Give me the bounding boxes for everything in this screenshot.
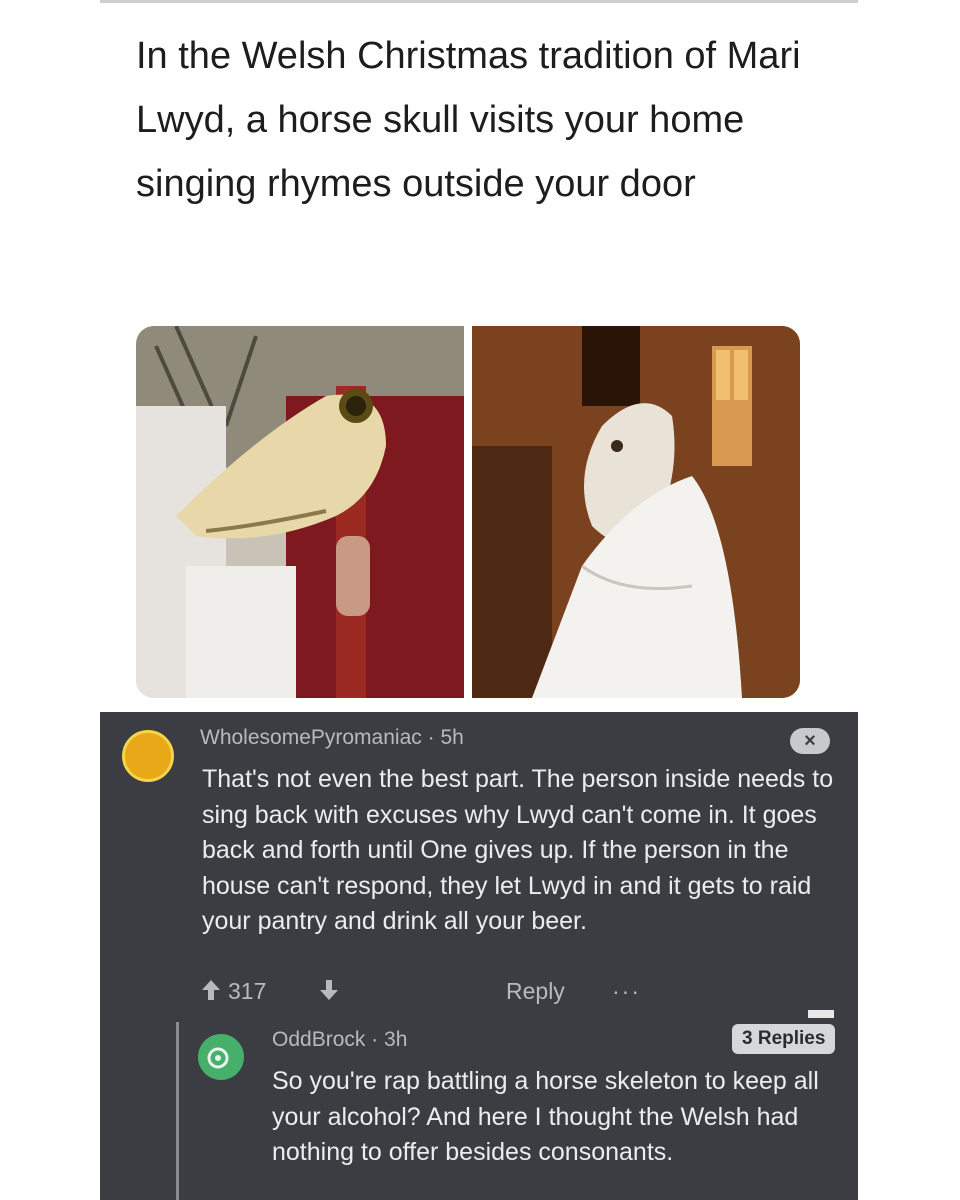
collapse-handle[interactable] xyxy=(808,1010,834,1018)
avatar-oddbrock[interactable] xyxy=(198,1034,244,1080)
reply-age: 3h xyxy=(384,1028,408,1051)
comment-thread: WholesomePyromaniac · 5h × That's not ev… xyxy=(100,712,858,1200)
reply-meta: OddBrock · 3h xyxy=(272,1028,407,1052)
post-text: In the Welsh Christmas tradition of Mari… xyxy=(136,35,801,205)
top-divider xyxy=(100,0,858,3)
avatar-wholesomepyromaniac[interactable] xyxy=(122,730,174,782)
meta-separator: · xyxy=(427,726,441,749)
comment-meta: WholesomePyromaniac · 5h xyxy=(200,726,464,750)
arrow-down-icon[interactable] xyxy=(318,978,340,1008)
comment-body: That's not even the best part. The perso… xyxy=(202,765,834,935)
mari-lwyd-photo-right xyxy=(472,326,800,698)
photo-collage[interactable] xyxy=(136,326,800,698)
replies-badge[interactable]: 3 Replies xyxy=(732,1024,836,1054)
mari-lwyd-photo-left xyxy=(136,326,464,698)
comment-author[interactable]: WholesomePyromaniac xyxy=(200,726,422,749)
more-options-icon[interactable]: ··· xyxy=(612,978,641,1005)
reply-button[interactable]: Reply xyxy=(506,978,565,1005)
comment-actions: 317 Reply ··· xyxy=(200,974,700,1010)
score: 317 xyxy=(228,978,267,1004)
close-button[interactable]: × xyxy=(790,728,830,754)
reply-author[interactable]: OddBrock xyxy=(272,1028,365,1051)
reply-body: So you're rap battling a horse skeleton … xyxy=(272,1067,819,1166)
comment-age: 5h xyxy=(440,726,464,749)
meta-separator: · xyxy=(371,1028,385,1051)
arrow-up-icon[interactable] xyxy=(200,978,222,1008)
thread-line[interactable] xyxy=(176,1022,179,1200)
